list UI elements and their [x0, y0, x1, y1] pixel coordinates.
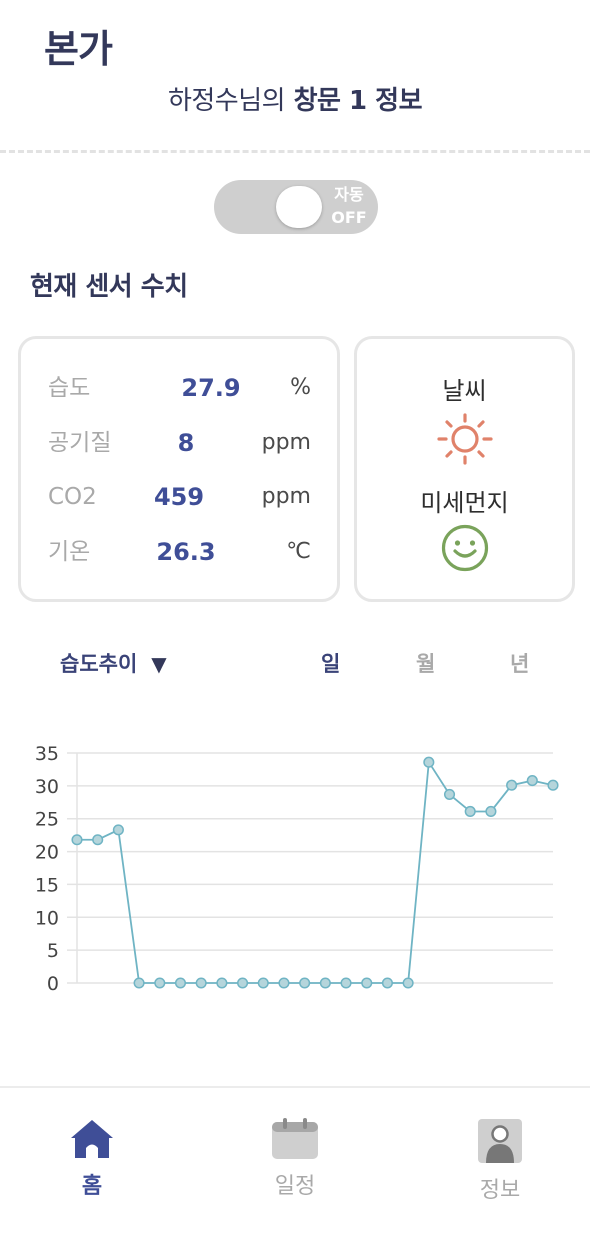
data-point	[278, 977, 290, 989]
weather-label: 날씨	[442, 377, 487, 405]
data-point	[195, 977, 207, 989]
data-point	[237, 977, 249, 989]
y-tick-label: 25	[35, 809, 59, 831]
nav-info[interactable]: 정보	[440, 1118, 560, 1204]
sensor-card: 습도 27.9 % 공기질 8 ppm CO2 459 ppm 기온 26.3 …	[18, 336, 340, 602]
data-point	[526, 775, 538, 787]
y-tick-label: 35	[35, 743, 59, 765]
data-point	[361, 977, 373, 989]
data-point	[340, 977, 352, 989]
sensor-value: 26.3	[156, 538, 216, 566]
data-point	[319, 977, 331, 989]
data-point	[71, 834, 83, 846]
sensor-label: 공기질	[48, 430, 112, 456]
sensor-value: 459	[153, 483, 205, 511]
sensor-label: 습도	[48, 375, 91, 401]
data-point	[443, 788, 456, 800]
sensor-value: 8	[177, 429, 195, 457]
sensor-value: 27.9	[181, 374, 241, 402]
y-tick-label: 15	[35, 874, 59, 896]
nav-schedule-label: 일정	[274, 1174, 316, 1199]
tab-year[interactable]: 년	[510, 644, 529, 684]
sensor-unit: ℃	[286, 539, 311, 564]
nav-info-label: 정보	[479, 1178, 521, 1203]
data-point	[485, 805, 497, 818]
sensor-unit: ppm	[261, 430, 311, 455]
y-tick-label: 5	[47, 940, 59, 962]
calendar-icon	[272, 1118, 318, 1159]
dropdown-triangle-icon: ▼	[151, 652, 167, 676]
y-tick-label: 30	[35, 776, 59, 798]
sun-icon	[437, 413, 493, 465]
tab-month[interactable]: 월	[416, 644, 435, 684]
data-point	[133, 977, 145, 989]
sensor-label: CO2	[48, 484, 97, 510]
tab-day[interactable]: 일	[321, 644, 340, 684]
sensor-row-co2: CO2 459 ppm	[21, 477, 337, 517]
data-point	[112, 824, 124, 836]
toggle-label-auto: 자동	[334, 185, 364, 204]
metric-dropdown-label: 습도추이	[60, 652, 138, 676]
data-point	[547, 779, 559, 791]
sensor-unit: ppm	[261, 484, 311, 509]
nav-schedule[interactable]: 일정	[235, 1118, 355, 1200]
home-icon	[71, 1120, 113, 1158]
data-point	[154, 977, 166, 989]
header-divider	[0, 150, 590, 153]
sensor-section-title: 현재 센서 수치	[30, 272, 188, 302]
sensor-row-temperature: 기온 26.3 ℃	[21, 532, 337, 572]
smiley-icon	[441, 524, 489, 572]
page-subtitle: 하정수님의 창문 1 정보	[0, 80, 590, 117]
subtitle-window: 창문 1 정보	[293, 86, 423, 116]
data-point	[174, 977, 187, 989]
toggle-knob[interactable]	[276, 186, 322, 228]
humidity-trend-chart: 0 5 10 15 20 25 30 35	[35, 743, 559, 995]
data-point	[423, 756, 435, 768]
sensor-row-air-quality: 공기질 8 ppm	[21, 423, 337, 463]
y-tick-label: 20	[35, 842, 59, 864]
toggle-label-state: OFF	[331, 208, 367, 227]
nav-home-label: 홈	[81, 1174, 103, 1199]
data-point	[381, 977, 393, 989]
sensor-unit: %	[290, 375, 311, 400]
fine-dust-label: 미세먼지	[420, 489, 509, 517]
profile-icon	[478, 1119, 522, 1163]
nav-home[interactable]: 홈	[32, 1118, 152, 1200]
auto-mode-toggle[interactable]: 자동 OFF	[214, 180, 378, 234]
data-point	[506, 779, 518, 791]
sensor-label: 기온	[48, 539, 91, 565]
chart-controls: 습도추이 ▼ 일 월 년	[0, 644, 590, 684]
data-point	[92, 834, 104, 846]
data-point	[216, 977, 228, 989]
metric-dropdown[interactable]: 습도추이 ▼	[60, 644, 167, 684]
sensor-row-humidity: 습도 27.9 %	[21, 368, 337, 408]
app-title: 본가	[44, 27, 113, 71]
toggle-label: 자동 OFF	[324, 183, 374, 229]
data-point	[299, 977, 311, 989]
bottom-nav: 홈 일정 정보	[0, 1086, 590, 1238]
weather-card: 날씨 미세먼지	[354, 336, 575, 602]
data-point	[464, 805, 476, 818]
data-point	[402, 977, 414, 989]
y-tick-label: 10	[35, 907, 59, 929]
subtitle-user: 하정수님의	[167, 86, 286, 116]
y-tick-label: 0	[47, 973, 59, 995]
data-point	[257, 977, 269, 989]
